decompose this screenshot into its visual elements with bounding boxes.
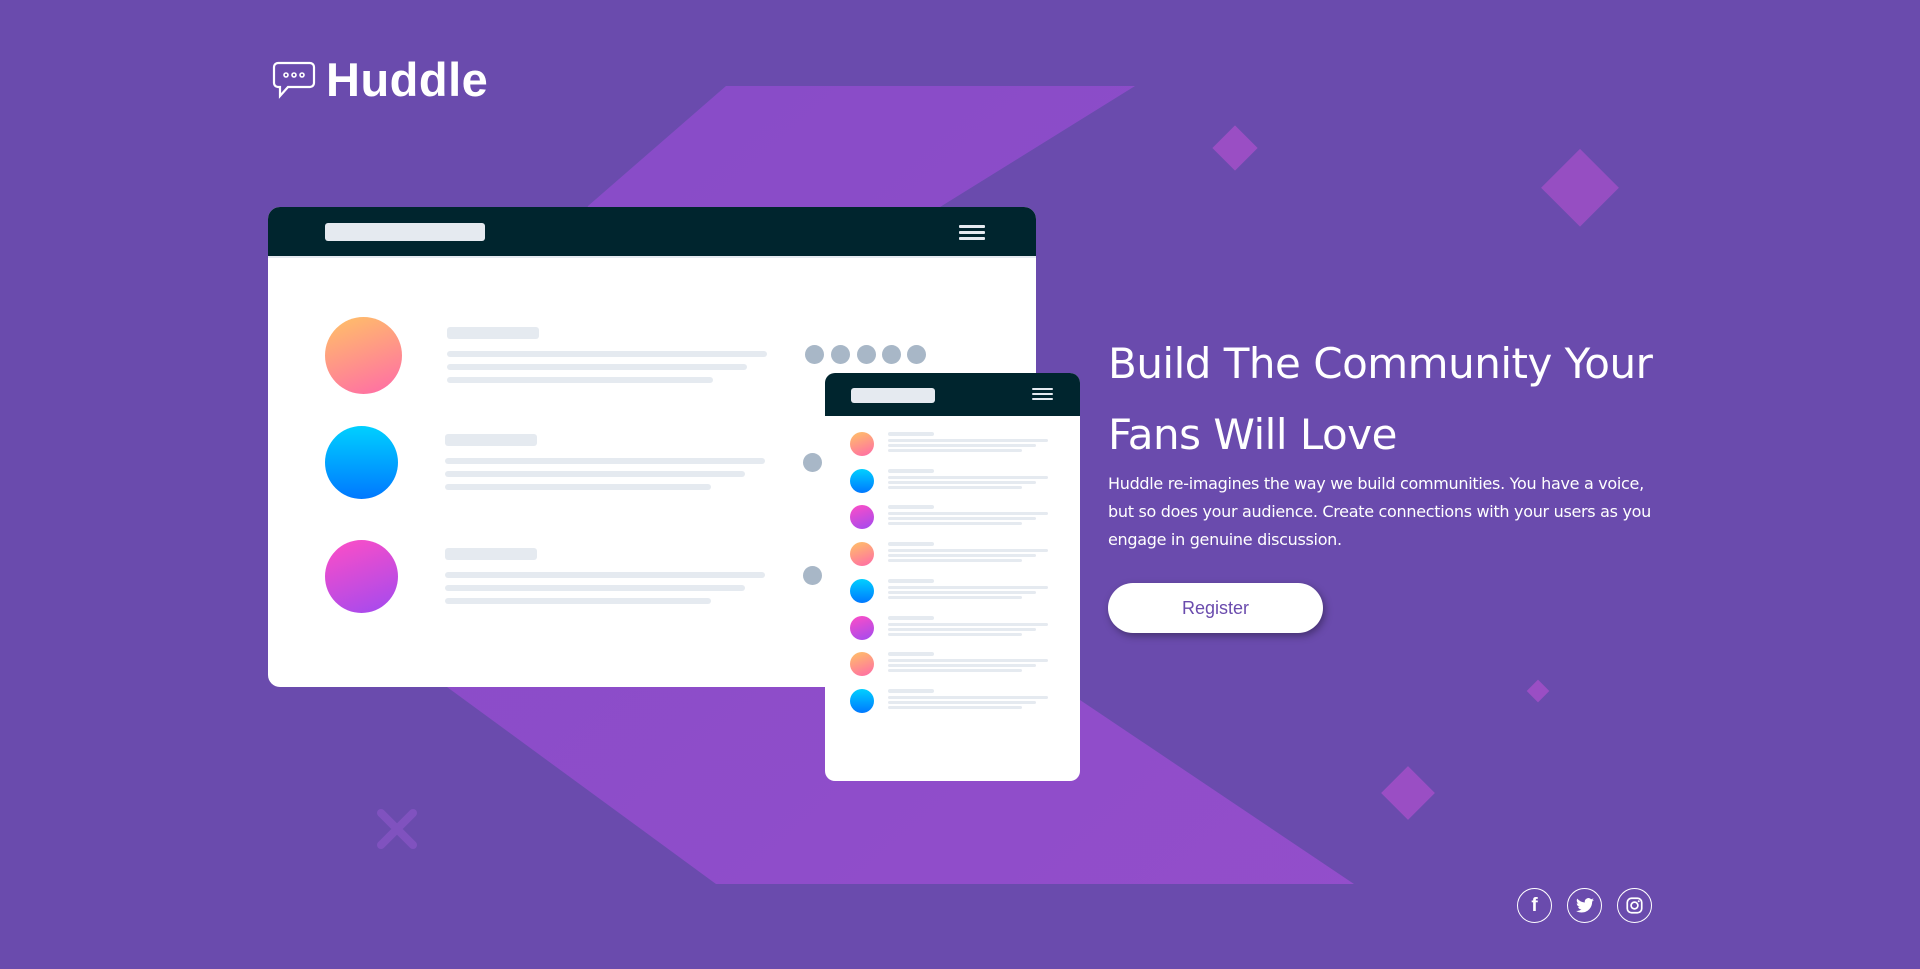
- avatar: [850, 468, 874, 493]
- avatar: [850, 432, 874, 456]
- x-shape: [377, 809, 417, 849]
- avatar: [850, 542, 874, 567]
- mobile-mockup-illustration: [825, 373, 1080, 781]
- diamond-shape: [1212, 125, 1258, 171]
- instagram-link[interactable]: [1617, 888, 1652, 923]
- avatar: [850, 615, 874, 640]
- mockup-header: [268, 207, 1036, 258]
- logo[interactable]: Huddle: [272, 52, 488, 107]
- hero-description: Huddle re-imagines the way we build comm…: [1108, 474, 1651, 549]
- diamond-shape: [1541, 148, 1619, 227]
- avatar: [850, 578, 874, 603]
- twitter-icon: [1575, 898, 1594, 913]
- register-button[interactable]: Register: [1108, 583, 1323, 633]
- twitter-link[interactable]: [1567, 888, 1602, 923]
- avatar: [850, 652, 874, 677]
- hero-heading: Build The Community Your Fans Will Love: [1108, 339, 1653, 459]
- hamburger-icon: [1032, 388, 1053, 403]
- facebook-icon: f: [1531, 894, 1538, 916]
- avatar: [325, 426, 398, 499]
- avatar: [850, 688, 874, 713]
- diamond-shape: [1526, 679, 1550, 703]
- avatar: [325, 317, 402, 394]
- logo-text: Huddle: [326, 53, 489, 106]
- chat-bubble-icon: [272, 61, 316, 99]
- avatar: [325, 540, 398, 613]
- mockup-header: [825, 373, 1080, 416]
- facebook-link[interactable]: f: [1517, 888, 1552, 923]
- instagram-icon: [1626, 897, 1643, 914]
- avatar: [850, 505, 874, 530]
- diamond-shape: [1381, 766, 1435, 820]
- hamburger-icon: [959, 225, 985, 243]
